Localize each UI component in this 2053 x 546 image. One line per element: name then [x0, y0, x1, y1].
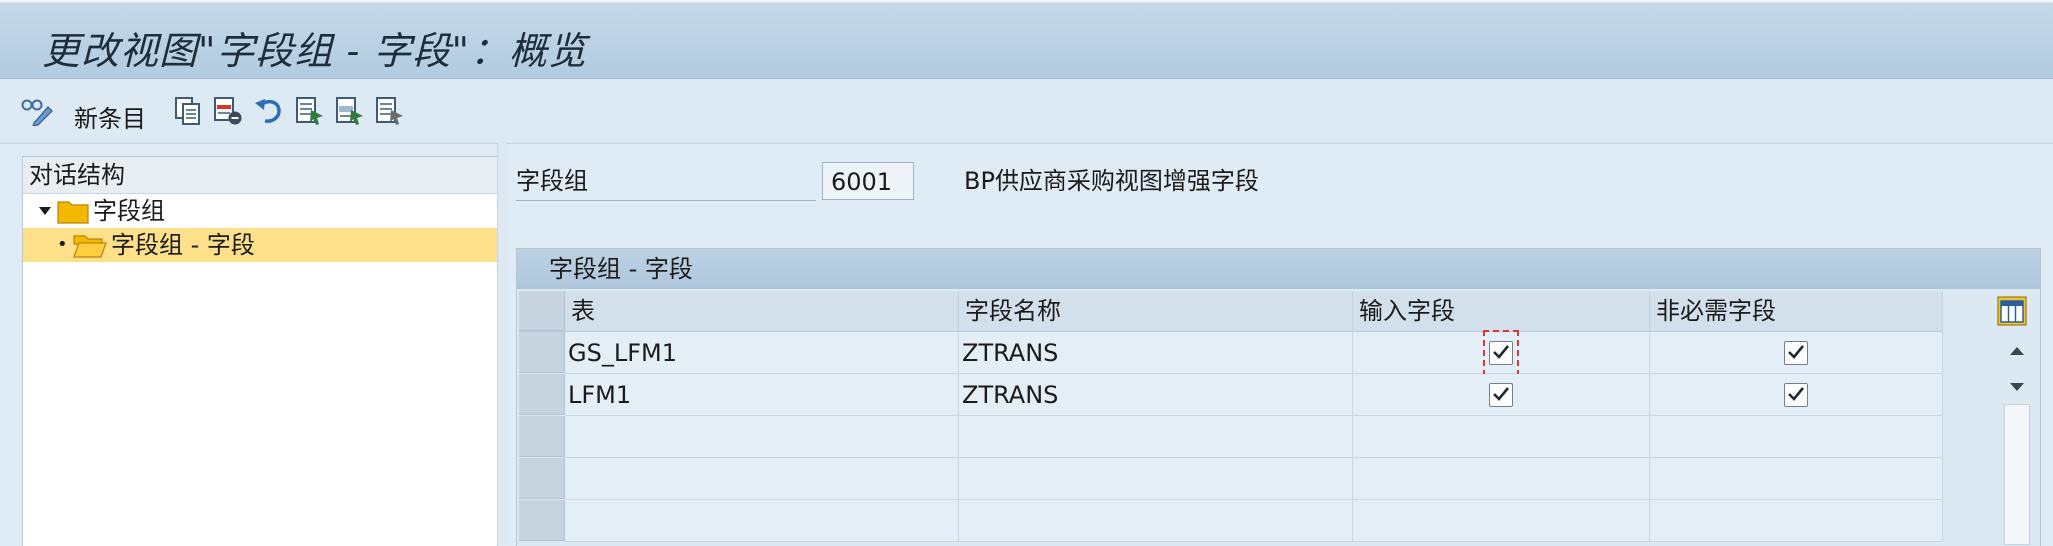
field-group-label: 字段组	[516, 162, 816, 201]
select-all-rows-button[interactable]	[519, 291, 565, 331]
scroll-track[interactable]	[2004, 404, 2030, 545]
table-row: GS_LFM1 ZTRANS	[519, 330, 1943, 376]
dialog-structure-header: 对话结构	[23, 157, 497, 194]
optional-field-checkbox[interactable]	[1784, 341, 1808, 365]
undo-change-icon[interactable]	[252, 95, 284, 127]
cell-input-field	[1353, 458, 1650, 500]
select-all-icon[interactable]	[294, 95, 326, 127]
cell-field-name[interactable]	[959, 458, 1353, 500]
cell-optional-field	[1650, 416, 1943, 458]
tree-node-label: 字段组	[93, 197, 165, 225]
cell-table[interactable]	[565, 416, 959, 458]
cell-field-name[interactable]: ZTRANS	[959, 374, 1353, 416]
panel-splitter[interactable]	[497, 143, 506, 545]
tree-node-field-group[interactable]: 字段组	[23, 194, 497, 228]
deselect-all-icon[interactable]	[374, 95, 406, 127]
table-row	[519, 500, 1943, 542]
cell-input-field	[1353, 374, 1650, 416]
cell-table[interactable]: GS_LFM1	[565, 332, 959, 374]
table-settings-icon[interactable]	[1997, 296, 2027, 326]
field-group-input[interactable]: 6001	[822, 162, 914, 200]
copy-as-icon[interactable]	[172, 95, 204, 127]
table-control: 字段组 - 字段 表 字段名称 输入字段 非必需字段 GS_LFM1 ZTRAN…	[516, 248, 2041, 546]
table-row	[519, 416, 1943, 458]
page-title: 更改视图"字段组 - 字段"：概览	[42, 29, 587, 73]
tree-node-label: 字段组 - 字段	[111, 231, 255, 259]
open-folder-icon	[73, 232, 107, 267]
column-header-field-name[interactable]: 字段名称	[959, 291, 1353, 331]
select-block-icon[interactable]	[334, 95, 366, 127]
cell-table[interactable]	[565, 458, 959, 500]
input-field-checkbox[interactable]	[1489, 341, 1513, 365]
cell-field-name[interactable]: ZTRANS	[959, 332, 1353, 374]
field-group-description: BP供应商采购视图增强字段	[964, 167, 1259, 195]
cell-input-field	[1353, 416, 1650, 458]
dialog-structure-panel: 对话结构 字段组 • 字段组 - 字段	[22, 156, 498, 546]
table-title: 字段组 - 字段	[517, 249, 2040, 289]
row-selector[interactable]	[519, 416, 565, 457]
cell-input-field	[1353, 330, 1650, 376]
cell-optional-field	[1650, 458, 1943, 500]
column-header-table[interactable]: 表	[565, 291, 959, 331]
row-selector[interactable]	[519, 332, 565, 373]
cell-field-name[interactable]	[959, 500, 1353, 542]
title-bar: 更改视图"字段组 - 字段"：概览	[0, 0, 2053, 79]
input-field-checkbox[interactable]	[1489, 383, 1513, 407]
cell-input-field	[1353, 500, 1650, 542]
table-header-row: 表 字段名称 输入字段 非必需字段	[519, 291, 1943, 332]
cell-table[interactable]: LFM1	[565, 374, 959, 416]
row-selector[interactable]	[519, 500, 565, 541]
tree-node-field-group-fields[interactable]: • 字段组 - 字段	[23, 228, 497, 262]
row-selector[interactable]	[519, 374, 565, 415]
row-selector[interactable]	[519, 458, 565, 499]
cell-field-name[interactable]	[959, 416, 1353, 458]
optional-field-checkbox[interactable]	[1784, 383, 1808, 407]
delete-icon[interactable]	[212, 95, 244, 127]
column-header-input-field[interactable]: 输入字段	[1353, 291, 1650, 331]
cell-optional-field	[1650, 500, 1943, 542]
table-row	[519, 458, 1943, 500]
cell-optional-field	[1650, 374, 1943, 416]
application-toolbar: 新条目	[0, 79, 2053, 144]
scroll-down-arrow-icon[interactable]	[2002, 372, 2032, 402]
new-entries-button[interactable]: 新条目	[74, 99, 146, 134]
bullet-icon: •	[57, 234, 68, 255]
scroll-up-arrow-icon[interactable]	[2002, 336, 2032, 366]
column-header-optional-field[interactable]: 非必需字段	[1650, 291, 1943, 331]
cell-table[interactable]	[565, 500, 959, 542]
vertical-scrollbar[interactable]	[2002, 336, 2032, 545]
table-row: LFM1 ZTRANS	[519, 374, 1943, 416]
display-change-icon[interactable]	[18, 95, 58, 127]
cell-optional-field	[1650, 332, 1943, 374]
